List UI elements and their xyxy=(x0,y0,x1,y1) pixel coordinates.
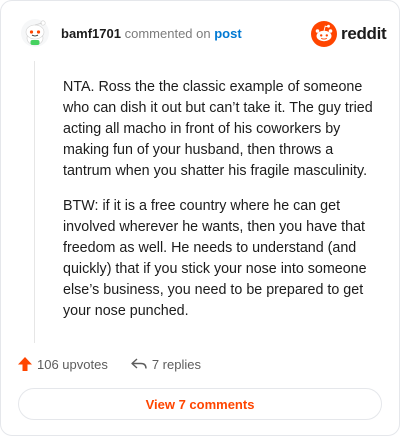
thread-line[interactable] xyxy=(34,61,35,343)
post-link[interactable]: post xyxy=(214,26,241,41)
view-comments-button[interactable]: View 7 comments xyxy=(18,388,382,420)
comment-paragraph: BTW: if it is a free country where he ca… xyxy=(63,198,367,319)
comment-footer: 106 upvotes 7 replies xyxy=(17,353,201,375)
username-link[interactable]: bamf1701 xyxy=(61,26,121,41)
reddit-logo[interactable]: reddit xyxy=(311,20,387,48)
comment-paragraph: NTA. Ross the the classic example of som… xyxy=(63,79,373,179)
reply-arrow-icon[interactable] xyxy=(130,356,148,372)
reply-count[interactable]: 7 replies xyxy=(152,357,201,372)
logo-text: reddit xyxy=(341,24,387,43)
reddit-snoo-icon xyxy=(311,21,337,47)
upvote-arrow-icon[interactable] xyxy=(17,356,33,372)
upvote-count: 106 upvotes xyxy=(37,356,108,372)
comment-header: bamf1701 commented on post xyxy=(61,25,242,43)
comment-body: NTA. Ross the the classic example of som… xyxy=(63,77,381,336)
comment-card: bamf1701 commented on post reddit NTA. R… xyxy=(0,0,400,436)
action-text: commented on xyxy=(124,26,211,41)
snoo-avatar-icon[interactable] xyxy=(21,19,49,47)
